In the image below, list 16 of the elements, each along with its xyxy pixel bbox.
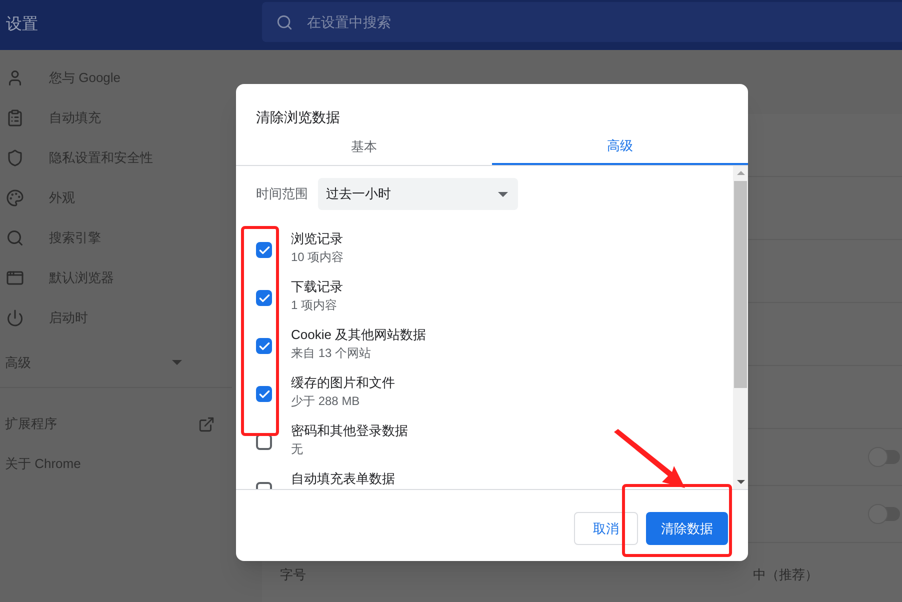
time-range-label: 时间范围 (256, 185, 308, 204)
data-type-detail: 无 (291, 441, 304, 458)
data-type-detail: 来自 13 个网站 (291, 345, 372, 362)
data-type-detail: 少于 288 MB (291, 393, 361, 410)
setting-value: 中（推荐） (753, 566, 818, 584)
data-type-detail: 1 项内容 (291, 297, 338, 314)
data-type-label: Cookie 及其他网站数据 (291, 326, 426, 344)
dialog-title: 清除浏览数据 (256, 108, 340, 127)
data-type-label: 自动填充表单数据 (291, 470, 395, 488)
data-type-label: 浏览记录 (291, 230, 344, 248)
data-type-label: 缓存的图片和文件 (291, 374, 395, 392)
data-type-detail: 10 项内容 (291, 249, 344, 266)
page-title: 设置 (6, 16, 38, 33)
data-type-label: 下载记录 (291, 278, 343, 296)
setting-label: 字号 (280, 566, 306, 584)
data-type-label: 密码和其他登录数据 (291, 422, 408, 440)
